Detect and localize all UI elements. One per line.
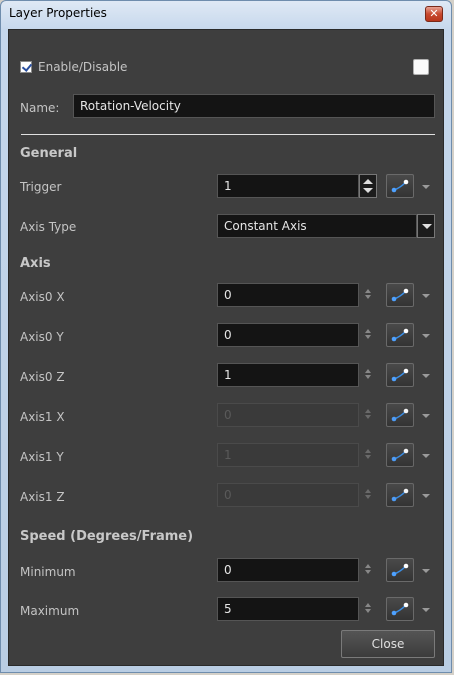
axis1-y-function-button[interactable] — [386, 443, 414, 467]
window-title: Layer Properties — [9, 6, 107, 20]
axis0-y-stepper[interactable] — [365, 329, 373, 341]
enable-checkbox[interactable] — [20, 61, 32, 73]
window-close-button[interactable]: ✕ — [425, 6, 443, 22]
title-bar[interactable]: Layer Properties ✕ — [1, 1, 451, 27]
minimum-field[interactable]: 0 — [217, 558, 359, 582]
axis0-y-label: Axis0 Y — [20, 330, 64, 344]
trigger-label: Trigger — [20, 180, 62, 194]
axis1-z-function-button[interactable] — [386, 483, 414, 507]
close-button[interactable]: Close — [341, 630, 435, 658]
minimum-label: Minimum — [20, 565, 76, 579]
axis0-x-function-button[interactable] — [386, 283, 414, 307]
axis-type-select[interactable]: Constant Axis — [217, 214, 417, 238]
axis1-y-menu-arrow[interactable] — [422, 454, 430, 458]
axis0-z-stepper[interactable] — [365, 369, 373, 381]
function-curve-icon — [391, 563, 409, 577]
color-swatch[interactable] — [413, 59, 429, 75]
axis1-x-stepper — [365, 409, 373, 421]
maximum-menu-arrow[interactable] — [422, 608, 430, 612]
axis0-x-field[interactable]: 0 — [217, 283, 359, 307]
axis0-z-field[interactable]: 1 — [217, 363, 359, 387]
axis1-z-menu-arrow[interactable] — [422, 494, 430, 498]
function-curve-icon — [391, 448, 409, 462]
function-curve-icon — [391, 602, 409, 616]
trigger-function-button[interactable] — [386, 174, 414, 198]
axis1-z-field: 0 — [217, 483, 359, 507]
name-label: Name: — [20, 101, 60, 115]
enable-label: Enable/Disable — [38, 60, 128, 74]
trigger-field[interactable]: 1 — [217, 174, 359, 198]
axis1-y-field: 1 — [217, 443, 359, 467]
axis0-y-function-button[interactable] — [386, 323, 414, 347]
axis1-y-stepper — [365, 449, 373, 461]
axis0-z-function-button[interactable] — [386, 363, 414, 387]
speed-heading: Speed (Degrees/Frame) — [20, 529, 194, 544]
axis1-y-label: Axis1 Y — [20, 450, 64, 464]
axis0-z-label: Axis0 Z — [20, 370, 65, 384]
minimum-stepper[interactable] — [365, 564, 373, 576]
axis0-y-field[interactable]: 0 — [217, 323, 359, 347]
axis-type-dropdown-button[interactable] — [417, 214, 435, 238]
axis0-x-stepper[interactable] — [365, 289, 373, 301]
general-heading: General — [20, 146, 78, 161]
function-curve-icon — [391, 368, 409, 382]
axis0-x-menu-arrow[interactable] — [422, 294, 430, 298]
axis1-x-field: 0 — [217, 403, 359, 427]
maximum-label: Maximum — [20, 604, 80, 618]
axis0-y-menu-arrow[interactable] — [422, 334, 430, 338]
axis1-x-menu-arrow[interactable] — [422, 414, 430, 418]
axis1-x-function-button[interactable] — [386, 403, 414, 427]
axis-heading: Axis — [20, 256, 51, 271]
separator — [21, 134, 435, 135]
properties-panel: Enable/Disable Name: Rotation-Velocity G… — [8, 29, 444, 666]
axis1-z-stepper — [365, 489, 373, 501]
maximum-stepper[interactable] — [365, 603, 373, 615]
layer-properties-window: Layer Properties ✕ Enable/Disable Name: … — [0, 0, 452, 673]
function-curve-icon — [391, 408, 409, 422]
maximum-field[interactable]: 5 — [217, 597, 359, 621]
function-curve-icon — [391, 328, 409, 342]
minimum-menu-arrow[interactable] — [422, 569, 430, 573]
axis1-z-label: Axis1 Z — [20, 490, 65, 504]
function-curve-icon — [391, 179, 409, 193]
maximum-function-button[interactable] — [386, 597, 414, 621]
axis0-x-label: Axis0 X — [20, 290, 65, 304]
axis-type-label: Axis Type — [20, 220, 77, 234]
minimum-function-button[interactable] — [386, 558, 414, 582]
function-curve-icon — [391, 488, 409, 502]
trigger-spinner[interactable] — [359, 174, 377, 198]
function-curve-icon — [391, 288, 409, 302]
axis1-x-label: Axis1 X — [20, 410, 65, 424]
trigger-menu-arrow[interactable] — [422, 185, 430, 189]
name-field[interactable]: Rotation-Velocity — [73, 94, 435, 118]
axis0-z-menu-arrow[interactable] — [422, 374, 430, 378]
